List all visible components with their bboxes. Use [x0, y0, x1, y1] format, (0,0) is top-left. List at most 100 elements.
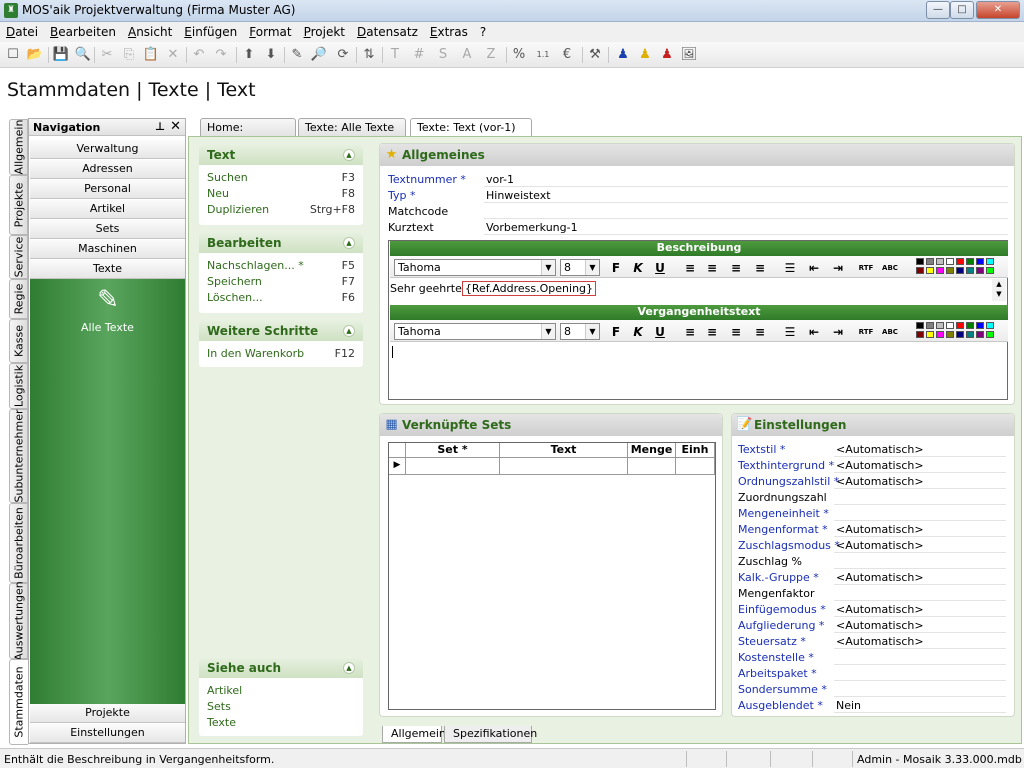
setting-value[interactable]: <Automatisch>: [834, 618, 1006, 633]
color-swatch[interactable]: [986, 322, 994, 329]
typ-input[interactable]: Hinweistext: [484, 188, 1008, 203]
tab-allgemein[interactable]: Allgemein: [382, 726, 446, 743]
collapse-icon[interactable]: ▲: [343, 149, 355, 161]
color-swatch[interactable]: [926, 322, 934, 329]
edit-pencil-icon[interactable]: ✎: [288, 46, 306, 64]
currency-icon[interactable]: €: [558, 46, 576, 64]
redo-icon[interactable]: ↷: [212, 46, 230, 64]
beschreibung-editor[interactable]: Sehr geehrte {Ref.Address.Opening}: [390, 279, 994, 301]
minimize-button[interactable]: —: [926, 1, 950, 19]
row-marker[interactable]: ▶: [389, 458, 406, 475]
close-button[interactable]: ✕: [976, 1, 1020, 19]
vtab-subunternehmer[interactable]: Subunternehmer: [9, 409, 28, 503]
align-center-icon[interactable]: ≡: [704, 324, 720, 340]
field-placeholder[interactable]: {Ref.Address.Opening}: [461, 281, 597, 296]
task-loeschen[interactable]: Löschen... F6: [199, 289, 363, 305]
text-document-icon[interactable]: ✎: [92, 285, 124, 317]
bullet-list-icon[interactable]: ☰: [782, 324, 798, 340]
setting-value[interactable]: <Automatisch>: [834, 602, 1006, 617]
sort-icon[interactable]: ⇅: [360, 46, 378, 64]
italic-button[interactable]: K: [630, 324, 646, 340]
cell-set[interactable]: [406, 458, 500, 475]
font-family-select[interactable]: Tahoma ▼: [394, 259, 556, 276]
col-set[interactable]: Set *: [406, 443, 500, 458]
menu-ansicht[interactable]: Ansicht: [122, 22, 178, 39]
tab-spezifikationen[interactable]: Spezifikationen: [444, 726, 537, 743]
link-sets[interactable]: Sets: [199, 698, 363, 714]
color-swatch[interactable]: [916, 331, 924, 338]
vtab-regie[interactable]: Regie: [9, 279, 28, 319]
menu-datei[interactable]: Datei: [0, 22, 44, 39]
color-swatch[interactable]: [966, 258, 974, 265]
arrow-down-icon[interactable]: ⬇: [262, 46, 280, 64]
setting-value[interactable]: <Automatisch>: [834, 442, 1006, 457]
menu-extras[interactable]: Extras: [424, 22, 474, 39]
color-swatch[interactable]: [956, 322, 964, 329]
align-justify-icon[interactable]: ≡: [752, 324, 768, 340]
task-group-header[interactable]: Bearbeiten ▲: [199, 233, 363, 253]
align-center-icon[interactable]: ≡: [704, 260, 720, 276]
setting-value[interactable]: [834, 490, 1006, 505]
align-right-icon[interactable]: ≡: [728, 324, 744, 340]
color-swatch[interactable]: [986, 267, 994, 274]
text-t-icon[interactable]: T: [386, 46, 404, 64]
tab-text-vor-1[interactable]: Texte: Text (vor-1) ✕: [410, 118, 532, 147]
color-swatch[interactable]: [946, 322, 954, 329]
color-swatch[interactable]: [916, 322, 924, 329]
color-swatch[interactable]: [976, 258, 984, 265]
cut-icon[interactable]: ✂: [98, 46, 116, 64]
color-swatch[interactable]: [966, 322, 974, 329]
link-artikel[interactable]: Artikel: [199, 682, 363, 698]
color-swatch[interactable]: [976, 331, 984, 338]
hash-icon[interactable]: #: [410, 46, 428, 64]
bold-button[interactable]: F: [608, 324, 624, 340]
nav-artikel[interactable]: Artikel: [30, 200, 185, 219]
task-suchen[interactable]: Suchen F3: [199, 169, 363, 185]
font-size-select[interactable]: 8 ▼: [560, 323, 600, 340]
font-size-select[interactable]: 8 ▼: [560, 259, 600, 276]
nav-projekte[interactable]: Projekte: [30, 704, 185, 723]
vtab-allgemein[interactable]: Allgemein: [9, 119, 28, 175]
col-menge[interactable]: Menge: [628, 443, 676, 458]
nav-sets[interactable]: Sets: [30, 220, 185, 239]
paste-icon[interactable]: 📋: [142, 46, 160, 64]
close-icon[interactable]: ✕: [170, 119, 181, 134]
chevron-down-icon[interactable]: ▼: [541, 260, 555, 275]
tab-home[interactable]: Home: Startseite: [200, 118, 296, 147]
open-folder-icon[interactable]: 📂: [26, 46, 44, 64]
setting-value[interactable]: [834, 650, 1006, 665]
setting-value[interactable]: <Automatisch>: [834, 522, 1006, 537]
indent-icon[interactable]: ⇥: [830, 324, 846, 340]
vtab-logistik[interactable]: Logistik: [9, 363, 28, 409]
cell-text[interactable]: [500, 458, 628, 475]
task-group-header[interactable]: Siehe auch ▲: [199, 658, 363, 678]
vergangenheit-editor[interactable]: [390, 343, 1008, 399]
menu-einfuegen[interactable]: Einfügen: [178, 22, 243, 39]
color-swatch[interactable]: [976, 267, 984, 274]
bold-button[interactable]: F: [608, 260, 624, 276]
textnummer-input[interactable]: vor-1: [484, 172, 1008, 187]
color-swatch[interactable]: [946, 267, 954, 274]
menu-datensatz[interactable]: Datensatz: [351, 22, 424, 39]
setting-value[interactable]: [834, 506, 1006, 521]
setting-value[interactable]: [834, 586, 1006, 601]
setting-value[interactable]: [834, 554, 1006, 569]
task-nachschlagen[interactable]: Nachschlagen... * F5: [199, 257, 363, 273]
setting-value[interactable]: [834, 666, 1006, 681]
color-swatch[interactable]: [946, 331, 954, 338]
arrow-up-icon[interactable]: ⬆: [240, 46, 258, 64]
color-swatch[interactable]: [916, 258, 924, 265]
new-file-icon[interactable]: ☐: [4, 46, 22, 64]
rtf-icon[interactable]: RTF: [858, 260, 874, 276]
color-swatch[interactable]: [936, 258, 944, 265]
menu-projekt[interactable]: Projekt: [298, 22, 351, 39]
tools-icon[interactable]: ⚒: [586, 46, 604, 64]
setting-value[interactable]: Nein: [834, 698, 1006, 713]
user-red-icon[interactable]: ♟: [658, 46, 676, 64]
nav-texte[interactable]: Texte: [30, 260, 185, 279]
bullet-list-icon[interactable]: ☰: [782, 260, 798, 276]
task-group-header[interactable]: Weitere Schritte ▲: [199, 321, 363, 341]
delete-icon[interactable]: ✕: [164, 46, 182, 64]
pin-icon[interactable]: ⊥: [155, 120, 165, 133]
setting-value[interactable]: <Automatisch>: [834, 474, 1006, 489]
